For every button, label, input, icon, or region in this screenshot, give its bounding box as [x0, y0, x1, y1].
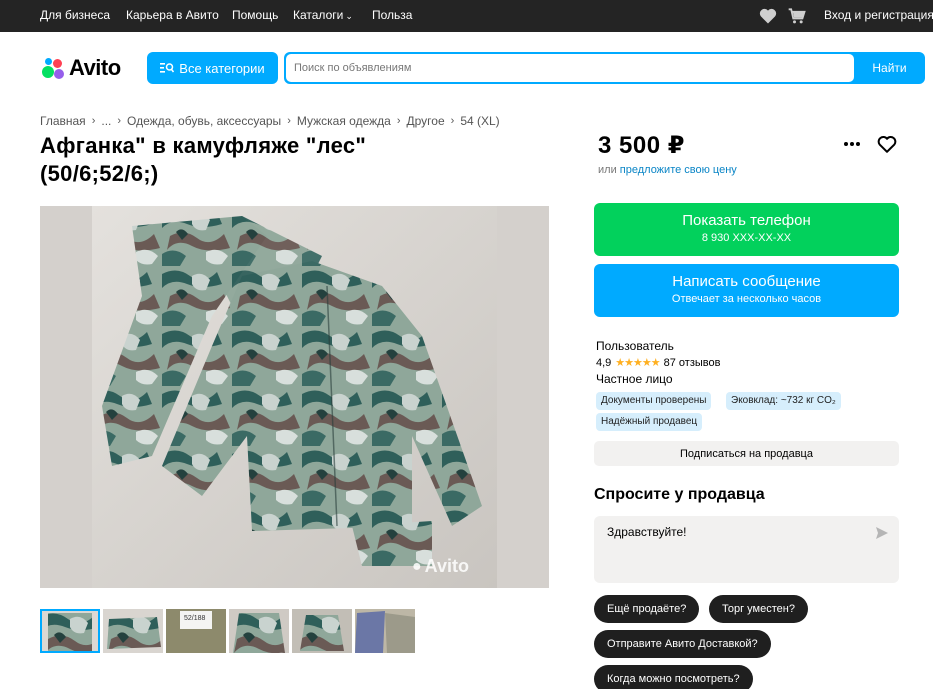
breadcrumb-size[interactable]: 54 (XL): [460, 114, 499, 128]
thumbnail-image: [40, 609, 100, 653]
seller-name[interactable]: Пользователь: [596, 339, 674, 353]
breadcrumb-separator: ›: [396, 115, 401, 127]
breadcrumb-separator: ›: [117, 115, 122, 127]
search-input[interactable]: [286, 54, 854, 82]
breadcrumb-separator: ›: [287, 115, 291, 127]
link-benefit[interactable]: Польза: [372, 8, 412, 23]
thumbnail-image: [292, 609, 352, 653]
ask-seller-title: Спросите у продавца: [594, 486, 765, 503]
listing-title: Афганка" в камуфляже "лес" (50/6;52/6;): [40, 133, 367, 186]
badge-eco-contribution[interactable]: Эковклад: ~732 кг CO₂: [726, 392, 841, 410]
watermark-dots-icon: ●: [412, 557, 422, 575]
price-offer-prefix: или: [598, 164, 617, 176]
thumbnail-label: 52/188: [184, 615, 206, 622]
seller-type: Частное лицо: [596, 372, 673, 386]
chevron-down-icon: ⌄: [345, 11, 353, 21]
thumbnail-4[interactable]: [229, 609, 289, 653]
login-link[interactable]: Вход и регистрация: [824, 8, 933, 23]
all-categories-label: Все категории: [179, 60, 265, 76]
write-message-label: Написать сообщение: [672, 273, 821, 290]
quick-question-viewing[interactable]: Когда можно посмотреть?: [594, 665, 753, 689]
thumbnail-1[interactable]: [40, 609, 100, 653]
categories-search-icon: [160, 63, 175, 73]
search-bar: Найти: [284, 52, 925, 84]
breadcrumb-clothing[interactable]: Одежда, обувь, аксессуары: [127, 114, 281, 128]
rating-value: 4,9: [596, 356, 612, 369]
camouflage-jacket-image: [92, 206, 497, 588]
breadcrumb: Главная › ... › Одежда, обувь, аксессуары ›…: [40, 114, 500, 128]
badge-reliable-seller: Надёжный продавец: [596, 413, 703, 431]
ask-seller-box[interactable]: Здравствуйте!: [594, 516, 899, 583]
avito-logo-dots-icon: [40, 56, 66, 80]
show-phone-button[interactable]: Показать телефон 8 930 XXX-XX-XX: [594, 203, 899, 256]
search-button[interactable]: Найти: [854, 52, 925, 84]
quick-question-bargain[interactable]: Торг уместен?: [709, 595, 808, 623]
show-phone-label: Показать телефон: [682, 212, 811, 229]
offer-price-link[interactable]: предложите свою цену: [620, 164, 737, 176]
main-photo[interactable]: ● Avito: [40, 206, 549, 588]
message-text[interactable]: Здравствуйте!: [607, 525, 867, 539]
link-help[interactable]: Помощь: [232, 8, 278, 23]
quick-question-still-selling[interactable]: Ещё продаёте?: [594, 595, 700, 623]
cart-icon[interactable]: [787, 6, 807, 26]
favorites-heart-icon[interactable]: [758, 6, 778, 26]
more-options-icon[interactable]: [838, 134, 866, 154]
breadcrumb-separator: ›: [450, 115, 455, 127]
thumbnail-strip: 52/188: [40, 609, 418, 653]
phone-number-masked: 8 930 XXX-XX-XX: [701, 232, 792, 244]
breadcrumb-separator: ›: [91, 115, 96, 127]
watermark-text: Avito: [424, 556, 470, 576]
link-catalogs[interactable]: Каталоги ⌄: [293, 8, 353, 24]
breadcrumb-ellipsis[interactable]: ...: [101, 114, 111, 128]
send-icon[interactable]: [875, 526, 889, 540]
thumbnail-image: [103, 609, 163, 653]
response-time: Отвечает за несколько часов: [671, 293, 822, 305]
photo-blur-right: [497, 206, 549, 588]
thumbnail-6[interactable]: [355, 609, 415, 653]
thumbnail-5[interactable]: [292, 609, 352, 653]
catalogs-label: Каталоги: [293, 8, 344, 22]
favorite-heart-icon[interactable]: [876, 133, 898, 155]
quick-question-delivery[interactable]: Отправите Авито Доставкой?: [594, 630, 771, 658]
avito-logo[interactable]: Avito: [40, 54, 121, 82]
rating-stars-icon: ★★★★★: [615, 357, 660, 369]
logo-text: Avito: [69, 55, 121, 80]
price-offer: или предложите свою цену: [598, 164, 737, 176]
breadcrumb-home[interactable]: Главная: [40, 114, 86, 128]
thumbnail-3[interactable]: 52/188: [166, 609, 226, 653]
photo-blur-left: [40, 206, 92, 588]
breadcrumb-other[interactable]: Другое: [407, 114, 445, 128]
thumbnail-image: [355, 609, 415, 653]
link-for-business[interactable]: Для бизнеса: [40, 8, 110, 23]
price: 3 500 ₽: [598, 132, 685, 159]
badge-documents-verified: Документы проверены: [596, 392, 712, 410]
reviews-link[interactable]: 87 отзывов: [664, 357, 721, 369]
all-categories-button[interactable]: Все категории: [147, 52, 278, 84]
thumbnail-2[interactable]: [103, 609, 163, 653]
write-message-button[interactable]: Написать сообщение Отвечает за несколько…: [594, 264, 899, 317]
seller-rating: 4,9 ★★★★★ 87 отзывов: [596, 356, 721, 370]
photo-watermark: ● Avito: [412, 556, 469, 577]
thumbnail-image: [229, 609, 289, 653]
subscribe-seller-button[interactable]: Подписаться на продавца: [594, 441, 899, 466]
top-bar: Для бизнеса Карьера в Авито Помощь Катал…: [0, 0, 933, 32]
breadcrumb-mens[interactable]: Мужская одежда: [297, 114, 391, 128]
thumbnail-image: 52/188: [166, 609, 226, 653]
link-career[interactable]: Карьера в Авито: [126, 8, 219, 23]
